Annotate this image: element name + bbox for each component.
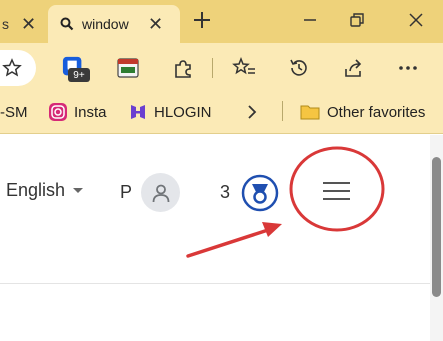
plus-icon: [194, 12, 210, 28]
annotation-arrowhead: [262, 222, 282, 237]
extensions-puzzle-icon[interactable]: [171, 56, 195, 80]
new-tab-button[interactable]: [188, 6, 216, 34]
more-options-icon[interactable]: [396, 56, 420, 80]
search-icon: [60, 17, 74, 31]
history-icon[interactable]: [287, 56, 311, 80]
close-icon[interactable]: ✕: [21, 15, 36, 33]
bookmark-label: HLOGIN: [154, 103, 212, 121]
toolbar-divider: [212, 58, 213, 78]
scrollbar-thumb[interactable]: [432, 157, 441, 297]
bookmark-label: Other favorites: [327, 103, 426, 121]
bookmark-hlogin[interactable]: HLOGIN: [128, 100, 212, 124]
close-window-button[interactable]: [398, 6, 434, 34]
minimize-icon: [304, 19, 316, 21]
favorite-star-icon[interactable]: [0, 56, 24, 80]
content-divider: [0, 283, 430, 284]
avatar[interactable]: [141, 173, 180, 212]
extension-calendar-icon[interactable]: [116, 56, 140, 80]
favorites-list-icon[interactable]: [232, 56, 256, 80]
bookmark-label: Insta: [74, 103, 107, 121]
hlogin-icon: [131, 105, 145, 119]
user-initial: P: [120, 182, 133, 202]
tab-previous-label: s: [2, 16, 9, 32]
language-select[interactable]: English: [6, 180, 84, 201]
bookmark-other-favorites[interactable]: Other favorites: [300, 100, 425, 124]
tab-previous[interactable]: s ✕: [0, 5, 44, 43]
bookmarks-overflow-button[interactable]: [246, 100, 258, 124]
hamburger-menu-icon[interactable]: [323, 180, 351, 202]
achievement-count: 3: [220, 182, 231, 202]
language-label: English: [6, 180, 66, 200]
medal-icon[interactable]: [240, 173, 280, 213]
close-icon: [409, 13, 423, 27]
instagram-icon: [49, 103, 67, 121]
close-icon[interactable]: ✕: [148, 15, 163, 33]
user-icon: [152, 184, 169, 202]
chevron-down-icon: [73, 187, 84, 193]
tab-active[interactable]: window ✕: [48, 5, 180, 43]
bookmark-insta[interactable]: Insta: [48, 100, 107, 124]
share-icon[interactable]: [342, 56, 366, 80]
restore-button[interactable]: [339, 6, 375, 34]
tab-active-label: window: [82, 16, 129, 32]
extension-badge: 9+: [68, 68, 90, 82]
folder-icon: [300, 105, 320, 120]
restore-icon: [350, 13, 364, 27]
chevron-right-icon: [248, 105, 257, 119]
bookmarks-divider: [282, 101, 283, 121]
bookmark-label: -SM: [0, 103, 28, 121]
bookmark-sm[interactable]: -SM: [0, 100, 28, 124]
annotation-arrow: [186, 228, 270, 258]
minimize-button[interactable]: [292, 6, 328, 34]
